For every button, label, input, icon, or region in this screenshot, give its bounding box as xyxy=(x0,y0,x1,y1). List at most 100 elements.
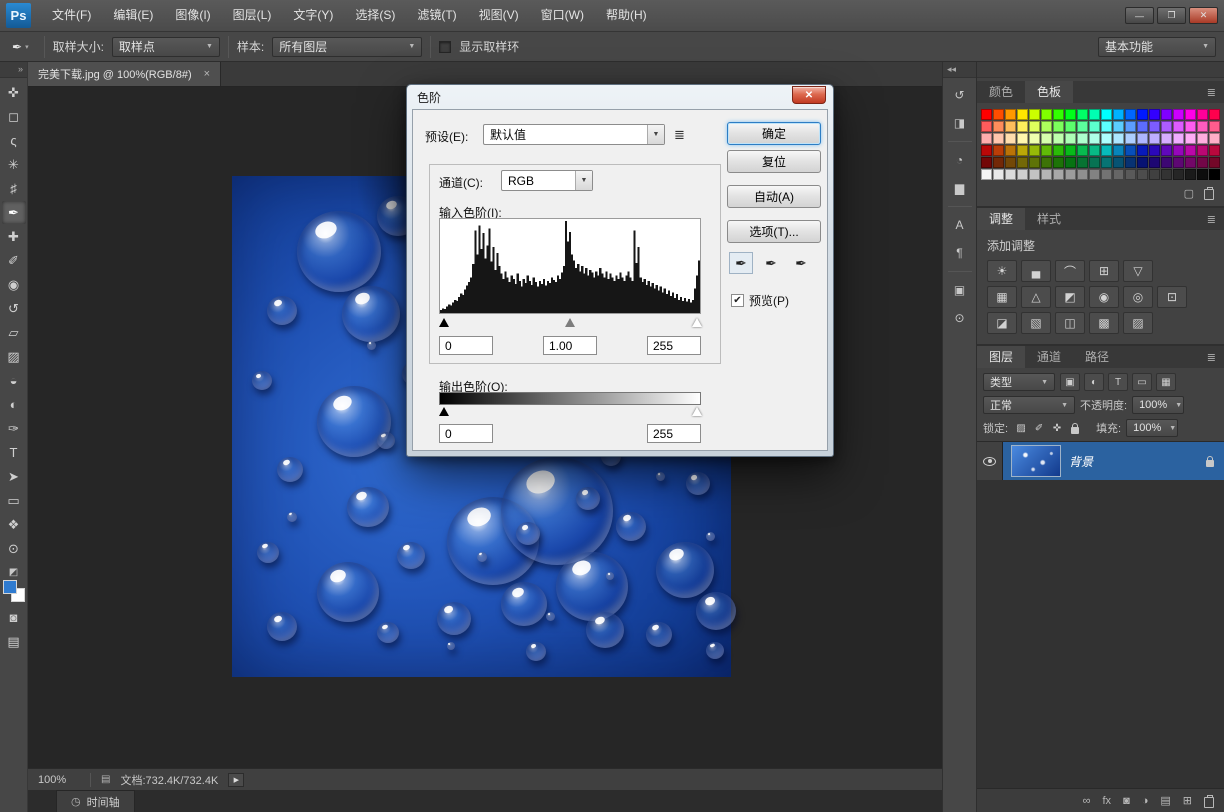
adj-vibrance-icon[interactable]: ▽ xyxy=(1123,260,1153,282)
swatch[interactable] xyxy=(1149,145,1160,156)
filter-type-layers-icon[interactable]: T xyxy=(1108,373,1128,391)
swatch[interactable] xyxy=(1161,133,1172,144)
swatch[interactable] xyxy=(1017,121,1028,132)
swatch[interactable] xyxy=(993,169,1004,180)
output-highlight-field[interactable]: 255 xyxy=(647,424,701,443)
swatch[interactable] xyxy=(1173,109,1184,120)
swatch[interactable] xyxy=(1065,157,1076,168)
swatch[interactable] xyxy=(1173,145,1184,156)
minimize-button[interactable]: — xyxy=(1125,7,1154,24)
panel-menu-icon[interactable]: ≣ xyxy=(1207,86,1224,99)
input-shadow-field[interactable]: 0 xyxy=(439,336,493,355)
swatch[interactable] xyxy=(1029,133,1040,144)
quick-selection-tool[interactable]: ✳ xyxy=(2,153,26,176)
swatch[interactable] xyxy=(1065,145,1076,156)
menu-window[interactable]: 窗口(W) xyxy=(530,0,595,31)
swatch[interactable] xyxy=(1161,145,1172,156)
sample-white-point-icon[interactable]: ✒ xyxy=(789,252,813,274)
options-button[interactable]: 选项(T)... xyxy=(727,220,821,243)
swatch[interactable] xyxy=(1053,145,1064,156)
clone-source-panel-icon[interactable]: ◨ xyxy=(947,111,973,135)
status-options-icon[interactable]: ▤ xyxy=(101,774,110,785)
swatch[interactable] xyxy=(1149,121,1160,132)
swatch[interactable] xyxy=(1113,157,1124,168)
swatch[interactable] xyxy=(1077,133,1088,144)
default-colors-icon[interactable]: ◩ xyxy=(9,567,18,578)
layer-filter-select[interactable]: 类型 ▼ xyxy=(983,373,1055,391)
input-highlight-slider[interactable] xyxy=(692,318,702,327)
swatch[interactable] xyxy=(1137,133,1148,144)
tab-adjustments[interactable]: 调整 xyxy=(977,208,1025,230)
swatch[interactable] xyxy=(1065,121,1076,132)
adj-posterize-icon[interactable]: ▧ xyxy=(1021,312,1051,334)
swatch[interactable] xyxy=(1173,133,1184,144)
input-midtone-slider[interactable] xyxy=(565,318,575,327)
swatch[interactable] xyxy=(1041,157,1052,168)
swatch[interactable] xyxy=(1041,133,1052,144)
sample-select[interactable]: 所有图层 ▼ xyxy=(272,37,422,57)
swatch[interactable] xyxy=(1197,169,1208,180)
swatch[interactable] xyxy=(981,145,992,156)
preset-select[interactable]: 默认值 xyxy=(483,124,665,145)
marquee-tool[interactable]: ◻ xyxy=(2,105,26,128)
swatch[interactable] xyxy=(1209,121,1220,132)
adj-color-lookup-icon[interactable]: ⊡ xyxy=(1157,286,1187,308)
swatch[interactable] xyxy=(1113,121,1124,132)
swatch[interactable] xyxy=(1185,133,1196,144)
sample-size-select[interactable]: 取样点 ▼ xyxy=(112,37,220,57)
swatch[interactable] xyxy=(1077,157,1088,168)
gradient-tool[interactable]: ▨ xyxy=(2,345,26,368)
swatch[interactable] xyxy=(1209,109,1220,120)
swatch[interactable] xyxy=(1113,169,1124,180)
panel-menu-icon[interactable]: ≣ xyxy=(1207,351,1224,364)
swatch[interactable] xyxy=(1065,109,1076,120)
fill-select[interactable]: 100% ▼ xyxy=(1126,419,1178,437)
swatch[interactable] xyxy=(1065,169,1076,180)
lock-transparency-icon[interactable]: ▨ xyxy=(1013,420,1029,436)
swatch[interactable] xyxy=(1137,109,1148,120)
adj-exposure-icon[interactable]: ⊞ xyxy=(1089,260,1119,282)
swatch[interactable] xyxy=(1125,133,1136,144)
swatch[interactable] xyxy=(1101,145,1112,156)
adj-levels-icon[interactable]: ▄ xyxy=(1021,260,1051,282)
swatch[interactable] xyxy=(1113,109,1124,120)
swatch[interactable] xyxy=(1173,169,1184,180)
input-highlight-field[interactable]: 255 xyxy=(647,336,701,355)
close-button[interactable]: ✕ xyxy=(1189,7,1218,24)
menu-view[interactable]: 视图(V) xyxy=(468,0,530,31)
swatch[interactable] xyxy=(1077,109,1088,120)
tab-close-icon[interactable]: × xyxy=(204,68,210,80)
swatch[interactable] xyxy=(1209,133,1220,144)
swatch[interactable] xyxy=(993,121,1004,132)
visibility-cell[interactable] xyxy=(977,442,1003,480)
swatch[interactable] xyxy=(993,157,1004,168)
swatch[interactable] xyxy=(1125,145,1136,156)
delete-layer-icon[interactable] xyxy=(1204,794,1214,808)
hand-tool[interactable]: ❖ xyxy=(2,513,26,536)
swatch[interactable] xyxy=(1149,157,1160,168)
sample-gray-point-icon[interactable]: ✒ xyxy=(759,252,783,274)
lasso-tool[interactable]: ς xyxy=(2,129,26,152)
swatch[interactable] xyxy=(1101,133,1112,144)
swatch[interactable] xyxy=(1077,145,1088,156)
swatch[interactable] xyxy=(1113,133,1124,144)
swatch[interactable] xyxy=(1101,109,1112,120)
swatch[interactable] xyxy=(1185,145,1196,156)
timeline-tab[interactable]: ◷ 时间轴 xyxy=(56,790,135,812)
swatch[interactable] xyxy=(1089,109,1100,120)
swatch[interactable] xyxy=(1161,157,1172,168)
swatch[interactable] xyxy=(1137,145,1148,156)
eyedropper-tool[interactable]: ✒ xyxy=(2,201,26,224)
swatch[interactable] xyxy=(1053,133,1064,144)
swatch[interactable] xyxy=(1197,109,1208,120)
screen-mode-icon[interactable]: ▤ xyxy=(2,630,26,653)
menu-layer[interactable]: 图层(L) xyxy=(222,0,283,31)
swatch[interactable] xyxy=(1041,121,1052,132)
swatch[interactable] xyxy=(1149,169,1160,180)
paragraph-panel-icon[interactable]: ¶ xyxy=(947,241,973,265)
panel-menu-icon[interactable]: ≣ xyxy=(1207,213,1224,226)
histogram-panel-icon[interactable]: ▆ xyxy=(947,176,973,200)
swatch[interactable] xyxy=(1041,169,1052,180)
blur-tool[interactable]: ◒ xyxy=(2,369,26,392)
swatch[interactable] xyxy=(1089,169,1100,180)
